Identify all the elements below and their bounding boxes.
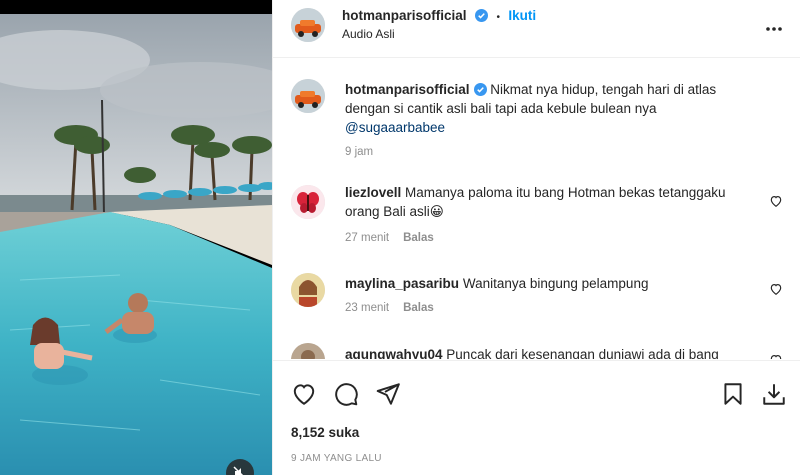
- download-icon[interactable]: [761, 381, 787, 407]
- caption-author-username[interactable]: hotmanparisofficial: [345, 82, 470, 97]
- post-actions: 8,152 suka 9 JAM YANG LALU: [273, 360, 800, 475]
- likes-count[interactable]: 8,152 suka: [291, 425, 359, 440]
- comment-time[interactable]: 27 menit: [345, 232, 389, 244]
- post-detail-panel: hotmanparisofficial • Ikuti Audio Asli h…: [272, 0, 800, 475]
- comment-icon[interactable]: [333, 381, 359, 407]
- author-avatar[interactable]: [291, 8, 325, 42]
- bookmark-icon[interactable]: [720, 381, 746, 407]
- comment-text: Puncak dari kesenangan duniawi ada di ba…: [446, 347, 719, 359]
- like-comment-heart-icon[interactable]: [769, 194, 783, 208]
- share-icon[interactable]: [375, 381, 401, 407]
- comment-time[interactable]: 23 menit: [345, 302, 389, 314]
- dot-separator: •: [496, 12, 500, 23]
- reply-button[interactable]: Balas: [403, 302, 434, 314]
- person-avatar-image: [291, 343, 325, 359]
- caption: hotmanparisofficial Nikmat nya hidup, te…: [291, 79, 781, 169]
- more-options-icon[interactable]: [765, 16, 783, 37]
- follow-button[interactable]: Ikuti: [508, 8, 536, 23]
- comments-list[interactable]: hotmanparisofficial Nikmat nya hidup, te…: [273, 59, 800, 359]
- comment-text: Mamanya paloma itu bang Hotman bekas tet…: [345, 185, 726, 219]
- butterfly-avatar-image: [291, 185, 325, 219]
- caption-time[interactable]: 9 jam: [345, 146, 373, 158]
- verified-badge-icon: [474, 9, 488, 22]
- commenter-avatar[interactable]: [291, 343, 325, 359]
- post-timestamp: 9 JAM YANG LALU: [291, 453, 382, 464]
- comment-meta: 23 menit Balas: [345, 302, 448, 314]
- caption-meta: 9 jam: [345, 146, 387, 158]
- comment-item: agungwahyu04 Puncak dari kesenangan duni…: [291, 343, 783, 359]
- author-username[interactable]: hotmanparisofficial: [342, 8, 467, 23]
- mute-icon: [233, 466, 244, 475]
- heart-icon[interactable]: [291, 381, 317, 407]
- pool-video-frame: [0, 0, 272, 475]
- caption-author-avatar[interactable]: [291, 79, 325, 113]
- caption-mention-link[interactable]: @sugaaarbabee: [345, 120, 445, 135]
- post-header: hotmanparisofficial • Ikuti Audio Asli: [273, 0, 800, 58]
- more-icon: [766, 27, 782, 31]
- commenter-username[interactable]: maylina_pasaribu: [345, 276, 459, 291]
- like-comment-heart-icon[interactable]: [769, 282, 783, 296]
- comment-meta: 27 menit Balas: [345, 232, 448, 244]
- commenter-username[interactable]: agungwahyu04: [345, 347, 443, 359]
- commenter-username[interactable]: liezlovell: [345, 185, 401, 200]
- comment-item: maylina_pasaribu Wanitanya bingung pelam…: [291, 272, 783, 332]
- portrait-avatar-image: [291, 273, 325, 307]
- car-avatar-image: [291, 79, 325, 113]
- like-comment-heart-icon[interactable]: [769, 353, 783, 359]
- commenter-avatar[interactable]: [291, 273, 325, 307]
- reply-button[interactable]: Balas: [403, 232, 434, 244]
- post-media[interactable]: [0, 0, 272, 475]
- comment-text: Wanitanya bingung pelampung: [462, 276, 649, 291]
- comment-item: liezlovell Mamanya paloma itu bang Hotma…: [291, 183, 783, 253]
- verified-badge-icon: [473, 83, 487, 96]
- car-avatar-image: [291, 8, 325, 42]
- commenter-avatar[interactable]: [291, 185, 325, 219]
- audio-label[interactable]: Audio Asli: [342, 27, 395, 41]
